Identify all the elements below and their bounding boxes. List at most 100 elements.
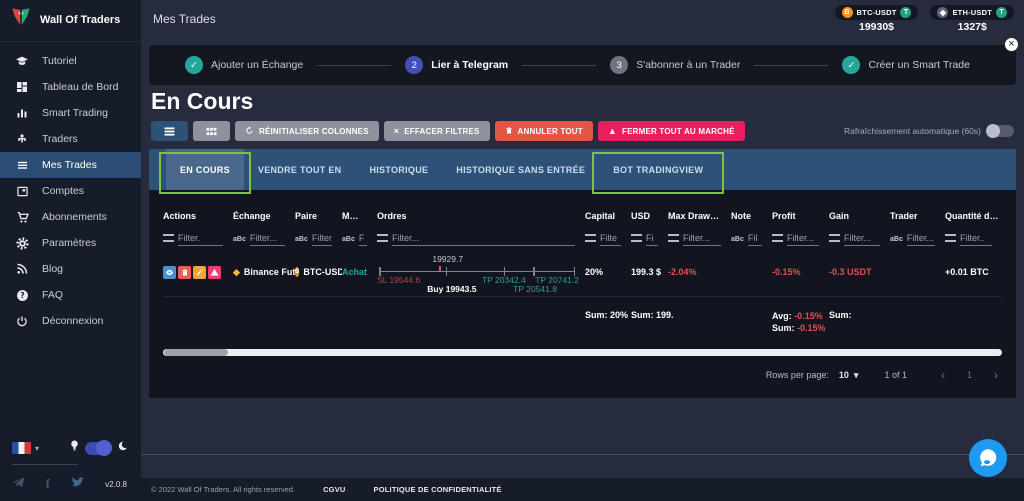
dark-mode-toggle[interactable] bbox=[85, 439, 112, 456]
row-actions bbox=[163, 265, 233, 279]
filter-input-trader[interactable] bbox=[906, 233, 935, 246]
horizontal-scrollbar[interactable] bbox=[163, 349, 1002, 356]
filter-mode-icon[interactable] bbox=[163, 234, 174, 242]
sidebar-item-smart-trading[interactable]: Smart Trading bbox=[0, 100, 141, 126]
chat-widget-button[interactable] bbox=[969, 439, 1007, 477]
tab-historique[interactable]: HISTORIQUE bbox=[355, 149, 442, 190]
language-caret-down-icon[interactable]: ▾ bbox=[35, 444, 39, 453]
sidebar-item-tableau-de-bord[interactable]: Tableau de Bord bbox=[0, 74, 141, 100]
tab-historique-sans-entree[interactable]: HISTORIQUE SANS ENTRÉE bbox=[442, 149, 599, 190]
ticker-btc-usdt[interactable]: B BTC-USDT T 19930$ bbox=[834, 4, 919, 33]
current-page[interactable]: 1 bbox=[967, 370, 972, 380]
list-view-button[interactable] bbox=[151, 121, 188, 141]
tab-bot-tradingview[interactable]: BOT TRADINGVIEW bbox=[592, 149, 725, 194]
auto-refresh-toggle[interactable] bbox=[986, 124, 1014, 138]
warning-triangle-icon: ▲ bbox=[607, 126, 617, 136]
facebook-icon[interactable]: f bbox=[46, 476, 50, 492]
privacy-policy-link[interactable]: POLITIQUE DE CONFIDENTIALITÉ bbox=[374, 485, 502, 494]
telegram-icon[interactable] bbox=[12, 475, 25, 493]
tab-vendre-tout-en[interactable]: VENDRE TOUT EN bbox=[244, 149, 356, 190]
edit-trade-button[interactable] bbox=[193, 265, 206, 279]
column-header-ordres[interactable]: Ordres bbox=[377, 211, 585, 221]
sidebar-item-label: Abonnements bbox=[42, 211, 107, 223]
filter-mode-icon[interactable] bbox=[631, 234, 642, 242]
ticker-pair: BTC-USDT bbox=[856, 7, 897, 17]
cancel-all-button[interactable]: ANNULER TOUT bbox=[494, 121, 593, 141]
rows-per-page-select[interactable]: 10 ▾ bbox=[839, 370, 859, 381]
prev-page-icon[interactable]: ‹ bbox=[941, 368, 945, 382]
sidebar-item-deconnexion[interactable]: Déconnexion bbox=[0, 308, 141, 334]
column-header-actions[interactable]: Actions bbox=[163, 211, 233, 221]
sidebar-item-blog[interactable]: Blog bbox=[0, 256, 141, 282]
column-header-max-drawdown[interactable]: Max Draw… bbox=[668, 211, 731, 221]
dashboard-icon bbox=[15, 80, 29, 94]
table-row: ◆ Binance Futu B BTC-USDT Achat bbox=[163, 248, 1002, 297]
column-header-note[interactable]: Note bbox=[731, 211, 772, 221]
filter-mode-icon[interactable] bbox=[585, 234, 596, 242]
trash-icon bbox=[505, 126, 513, 137]
sidebar-item-parametres[interactable]: Paramètres bbox=[0, 230, 141, 256]
filter-mode-icon[interactable] bbox=[945, 234, 956, 242]
abc-filter-icon[interactable]: aBc bbox=[342, 236, 355, 243]
abc-filter-icon[interactable]: aBc bbox=[890, 236, 903, 243]
filter-input-gain[interactable] bbox=[844, 233, 880, 246]
column-header-profit[interactable]: Profit bbox=[772, 211, 829, 221]
close-all-market-button[interactable]: ▲ FERMER TOUT AU MARCHÉ bbox=[597, 121, 745, 141]
clear-filters-button[interactable]: × EFFACER FILTRES bbox=[383, 121, 490, 141]
column-header-quantite[interactable]: Quantité d… bbox=[945, 211, 1002, 221]
column-header-paire[interactable]: Paire bbox=[295, 211, 342, 221]
scrollbar-thumb[interactable] bbox=[164, 349, 228, 356]
view-trade-button[interactable] bbox=[163, 265, 176, 279]
column-header-gain[interactable]: Gain bbox=[829, 211, 890, 221]
tab-en-cours[interactable]: EN COURS bbox=[159, 149, 251, 194]
sidebar-item-tutoriel[interactable]: Tutoriel bbox=[0, 48, 141, 74]
close-icon[interactable]: × bbox=[1004, 37, 1019, 52]
filter-mode-icon[interactable] bbox=[829, 234, 840, 242]
column-header-usd[interactable]: USD bbox=[631, 211, 668, 221]
brand-name: Wall Of Traders bbox=[40, 13, 121, 26]
filter-input-max-drawdown[interactable] bbox=[683, 233, 721, 246]
grid-view-button[interactable] bbox=[193, 121, 230, 141]
current-price-marker bbox=[439, 265, 442, 271]
sidebar-item-label: Traders bbox=[42, 133, 78, 145]
filter-input-marche[interactable] bbox=[358, 233, 367, 246]
sidebar-item-comptes[interactable]: Comptes bbox=[0, 178, 141, 204]
filter-input-note[interactable] bbox=[747, 233, 762, 246]
abc-filter-icon[interactable]: aBc bbox=[731, 236, 744, 243]
step-creer-un-smart-trade: ✓ Créer un Smart Trade bbox=[842, 56, 970, 74]
twitter-icon[interactable] bbox=[71, 475, 85, 493]
filter-input-ordres[interactable] bbox=[392, 233, 575, 246]
abc-filter-icon[interactable]: aBc bbox=[295, 236, 308, 243]
filter-input-profit[interactable] bbox=[787, 233, 819, 246]
next-page-icon[interactable]: › bbox=[994, 368, 998, 382]
filter-mode-icon[interactable] bbox=[772, 234, 783, 242]
filter-input-usd[interactable] bbox=[646, 233, 658, 246]
sidebar-item-traders[interactable]: Traders bbox=[0, 126, 141, 152]
column-header-capital[interactable]: Capital bbox=[585, 211, 631, 221]
delete-trade-button[interactable] bbox=[178, 265, 191, 279]
french-flag-icon[interactable] bbox=[12, 442, 31, 454]
gear-icon bbox=[15, 236, 29, 250]
filter-row: aBc aBc aBc aBc aBc bbox=[163, 233, 1002, 246]
reset-columns-button[interactable]: RÉINITIALISER COLONNES bbox=[235, 121, 379, 141]
auto-refresh-control: Rafraîchissement automatique (60s) bbox=[844, 124, 1014, 138]
filter-input-actions[interactable] bbox=[178, 233, 223, 246]
cgvu-link[interactable]: CGVU bbox=[323, 485, 345, 494]
close-at-market-button[interactable] bbox=[208, 265, 221, 279]
trades-panel: EN COURS VENDRE TOUT EN HISTORIQUE HISTO… bbox=[149, 149, 1016, 398]
filter-input-quantite[interactable] bbox=[960, 233, 992, 246]
account-card-icon bbox=[15, 184, 29, 198]
filter-input-echange[interactable] bbox=[249, 233, 285, 246]
column-header-marche[interactable]: M… bbox=[342, 211, 377, 221]
column-header-echange[interactable]: Échange bbox=[233, 211, 295, 221]
filter-mode-icon[interactable] bbox=[668, 234, 679, 242]
filter-input-capital[interactable] bbox=[600, 233, 621, 246]
column-header-trader[interactable]: Trader bbox=[890, 211, 945, 221]
ticker-eth-usdt[interactable]: ◆ ETH-USDT T 1327$ bbox=[930, 4, 1014, 33]
sidebar-item-abonnements[interactable]: Abonnements bbox=[0, 204, 141, 230]
filter-mode-icon[interactable] bbox=[377, 234, 388, 242]
filter-input-paire[interactable] bbox=[311, 233, 332, 246]
sidebar-item-mes-trades[interactable]: Mes Trades bbox=[0, 152, 141, 178]
sidebar-item-faq[interactable]: ? FAQ bbox=[0, 282, 141, 308]
abc-filter-icon[interactable]: aBc bbox=[233, 236, 246, 243]
